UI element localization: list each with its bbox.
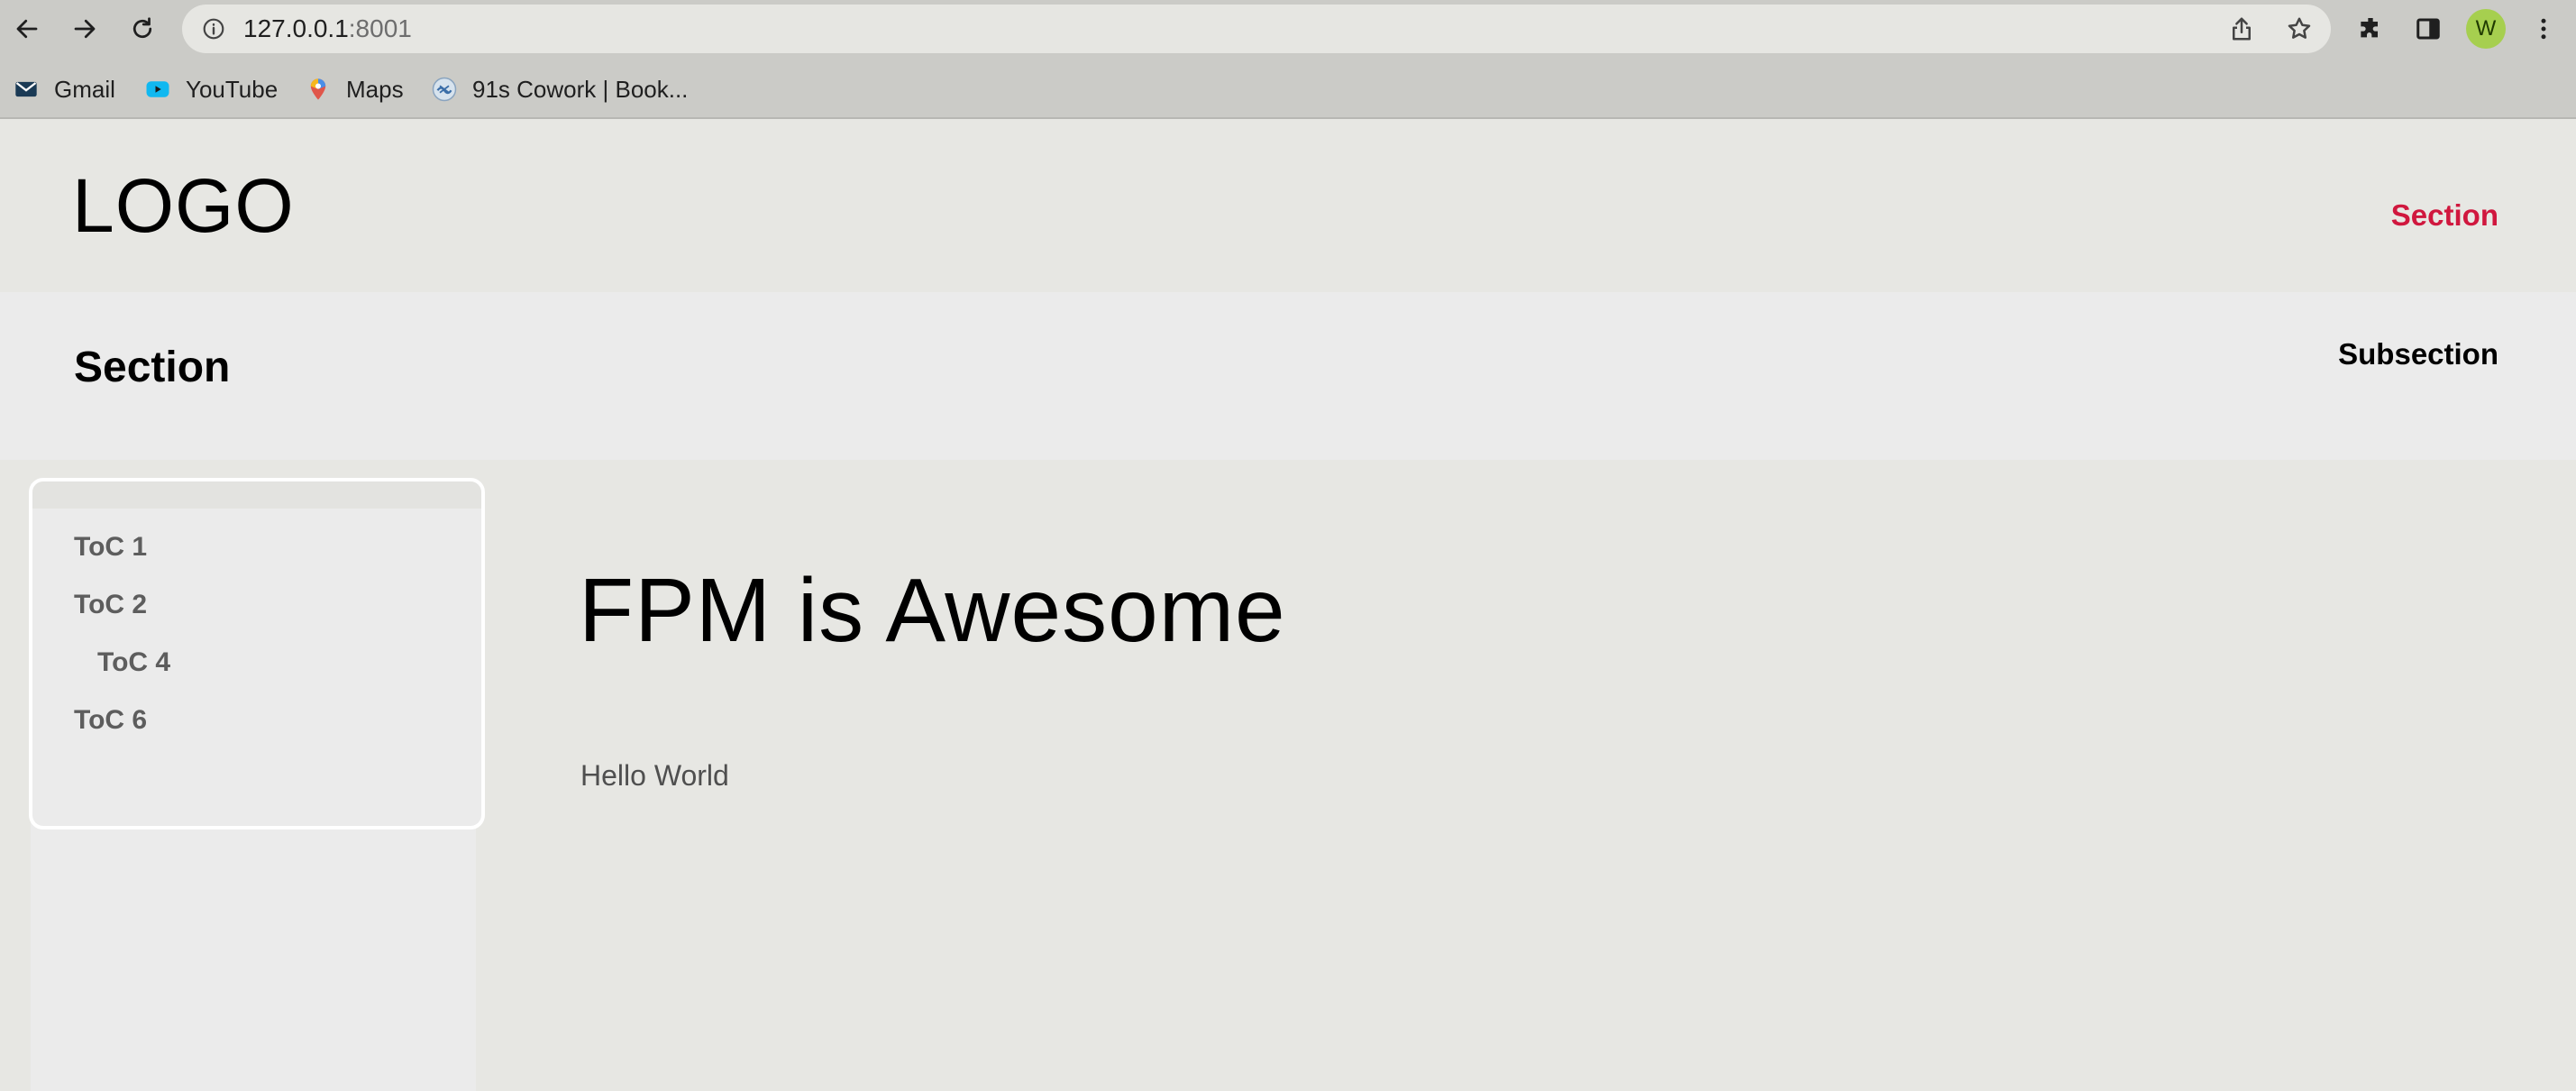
youtube-icon [144,76,171,103]
site-header: LOGO Section [0,121,2576,292]
maps-icon [305,76,332,103]
page-body-text: Hello World [580,759,729,792]
extensions-icon [2361,18,2378,38]
side-panel-icon [2416,18,2440,40]
page-title: FPM is Awesome [579,560,1286,661]
side-panel-button[interactable] [2412,13,2444,45]
browser-toolbar: 127.0.0.1:8001 W [0,0,2576,60]
cowork-icon [431,76,458,103]
back-button[interactable] [7,9,47,49]
forward-arrow-icon [74,19,96,39]
reload-icon [132,17,152,39]
toc-panel: ToC 1 ToC 2 ToC 4 ToC 6 [29,478,485,830]
url-port: :8001 [348,14,412,42]
extensions-button[interactable] [2354,13,2387,45]
url-host: 127.0.0.1 [243,14,349,42]
address-url[interactable]: 127.0.0.1:8001 [243,5,412,53]
bookmark-maps[interactable]: Maps [305,60,404,119]
more-menu-button[interactable] [2527,13,2560,45]
bookmark-youtube[interactable]: YouTube [144,60,278,119]
reload-button[interactable] [123,9,162,49]
forward-button[interactable] [65,9,105,49]
bookmark-cowork[interactable]: 91s Cowork | Book... [431,60,688,119]
section-title: Section [74,344,231,391]
bookmark-label: Gmail [54,75,115,103]
bookmarks-bar: Gmail YouTube Maps 91s Cowork | Book... [0,60,2576,119]
info-icon[interactable] [202,17,225,41]
address-bar[interactable]: 127.0.0.1:8001 [182,5,2331,53]
section-header: Section Subsection [0,292,2576,460]
profile-avatar[interactable]: W [2466,9,2506,49]
toc-item[interactable]: ToC 1 [74,532,147,563]
star-icon[interactable] [2286,15,2313,42]
bookmark-gmail[interactable]: Gmail [13,60,115,119]
toc-panel-top-strip [32,481,481,509]
gmail-icon [13,76,40,103]
site-logo[interactable]: LOGO [72,162,295,250]
bookmark-label: 91s Cowork | Book... [472,75,689,103]
bookmark-label: Maps [346,75,404,103]
header-nav-section-link[interactable]: Section [2391,198,2498,233]
back-arrow-icon [16,19,38,39]
bookmark-label: YouTube [186,75,279,103]
share-icon[interactable] [2228,15,2255,42]
more-menu-icon [2541,18,2546,40]
toc-item-nested[interactable]: ToC 4 [97,647,170,678]
subsection-link[interactable]: Subsection [2338,337,2498,371]
toc-item[interactable]: ToC 6 [74,705,147,736]
toc-item[interactable]: ToC 2 [74,590,147,620]
